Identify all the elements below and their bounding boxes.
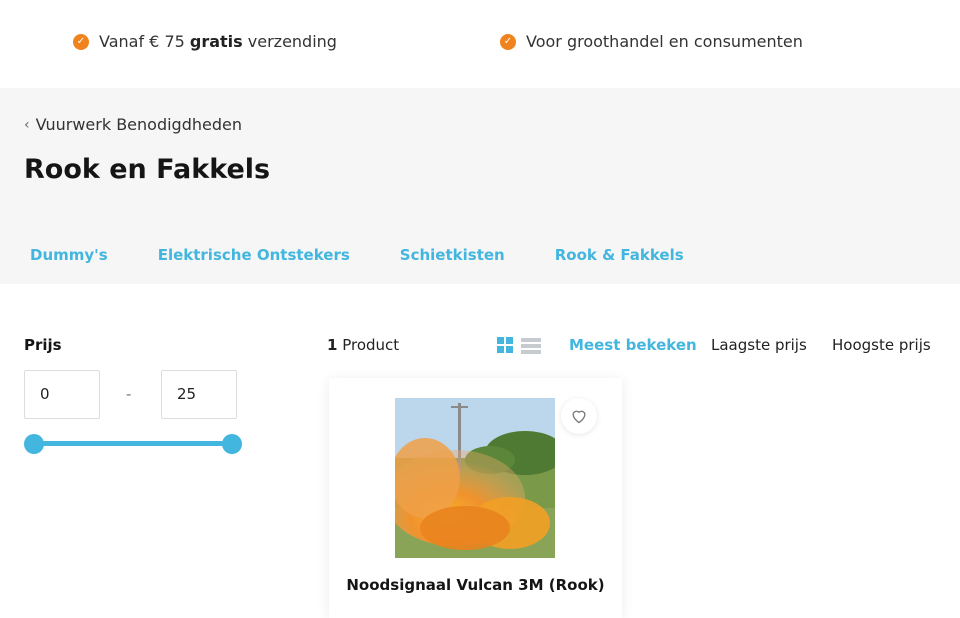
subcategory-schietkisten[interactable]: Schietkisten bbox=[400, 246, 505, 264]
price-slider-handle-min[interactable] bbox=[24, 434, 44, 454]
wishlist-heart-icon[interactable] bbox=[561, 398, 597, 434]
category-header: ‹ Vuurwerk Benodigdheden Rook en Fakkels… bbox=[0, 88, 960, 284]
usp-bold: gratis bbox=[189, 32, 243, 51]
chevron-left-icon: ‹ bbox=[24, 116, 30, 133]
usp-prefix: Vanaf € 75 bbox=[99, 32, 190, 51]
list-view-icon[interactable] bbox=[521, 338, 541, 354]
usp-suffix: verzending bbox=[242, 32, 337, 51]
price-separator: - bbox=[126, 385, 132, 403]
price-slider-handle-max[interactable] bbox=[222, 434, 242, 454]
subcategory-dummys[interactable]: Dummy's bbox=[30, 246, 108, 264]
usp-bar: ✓ Vanaf € 75 gratis verzending ✓ Voor gr… bbox=[0, 0, 960, 88]
price-filter-title: Prijs bbox=[24, 336, 62, 354]
product-card[interactable]: Noodsignaal Vulcan 3M (Rook) bbox=[329, 378, 622, 618]
grid-view-icon[interactable] bbox=[497, 337, 514, 354]
product-image[interactable] bbox=[395, 398, 555, 558]
breadcrumb-label: Vuurwerk Benodigdheden bbox=[35, 115, 242, 134]
usp-free-shipping: ✓ Vanaf € 75 gratis verzending bbox=[73, 32, 337, 51]
usp-wholesale: ✓ Voor groothandel en consumenten bbox=[500, 32, 803, 51]
sort-lowest-price[interactable]: Laagste prijs bbox=[711, 336, 807, 354]
sort-highest-price[interactable]: Hoogste prijs bbox=[832, 336, 931, 354]
subcategory-elektrische-ontstekers[interactable]: Elektrische Ontstekers bbox=[158, 246, 350, 264]
check-icon: ✓ bbox=[73, 33, 89, 50]
product-count-label: Product bbox=[342, 336, 400, 354]
product-count-number: 1 bbox=[327, 336, 338, 354]
price-min-input[interactable]: 0 bbox=[24, 370, 100, 419]
price-max-input[interactable]: 25 bbox=[161, 370, 237, 419]
page-title: Rook en Fakkels bbox=[24, 154, 271, 185]
product-count: 1 Product bbox=[327, 336, 399, 354]
sort-most-viewed[interactable]: Meest bekeken bbox=[569, 336, 697, 354]
breadcrumb[interactable]: ‹ Vuurwerk Benodigdheden bbox=[24, 115, 242, 134]
subcategory-rook-fakkels[interactable]: Rook & Fakkels bbox=[555, 246, 684, 264]
subcategory-nav: Dummy's Elektrische Ontstekers Schietkis… bbox=[30, 246, 734, 264]
product-toolbar: 1 Product Meest bekeken Laagste prijs Ho… bbox=[327, 336, 939, 356]
usp-text: Voor groothandel en consumenten bbox=[526, 32, 803, 51]
price-slider-track[interactable] bbox=[34, 441, 232, 446]
check-icon: ✓ bbox=[500, 33, 516, 50]
product-title[interactable]: Noodsignaal Vulcan 3M (Rook) bbox=[329, 576, 622, 594]
